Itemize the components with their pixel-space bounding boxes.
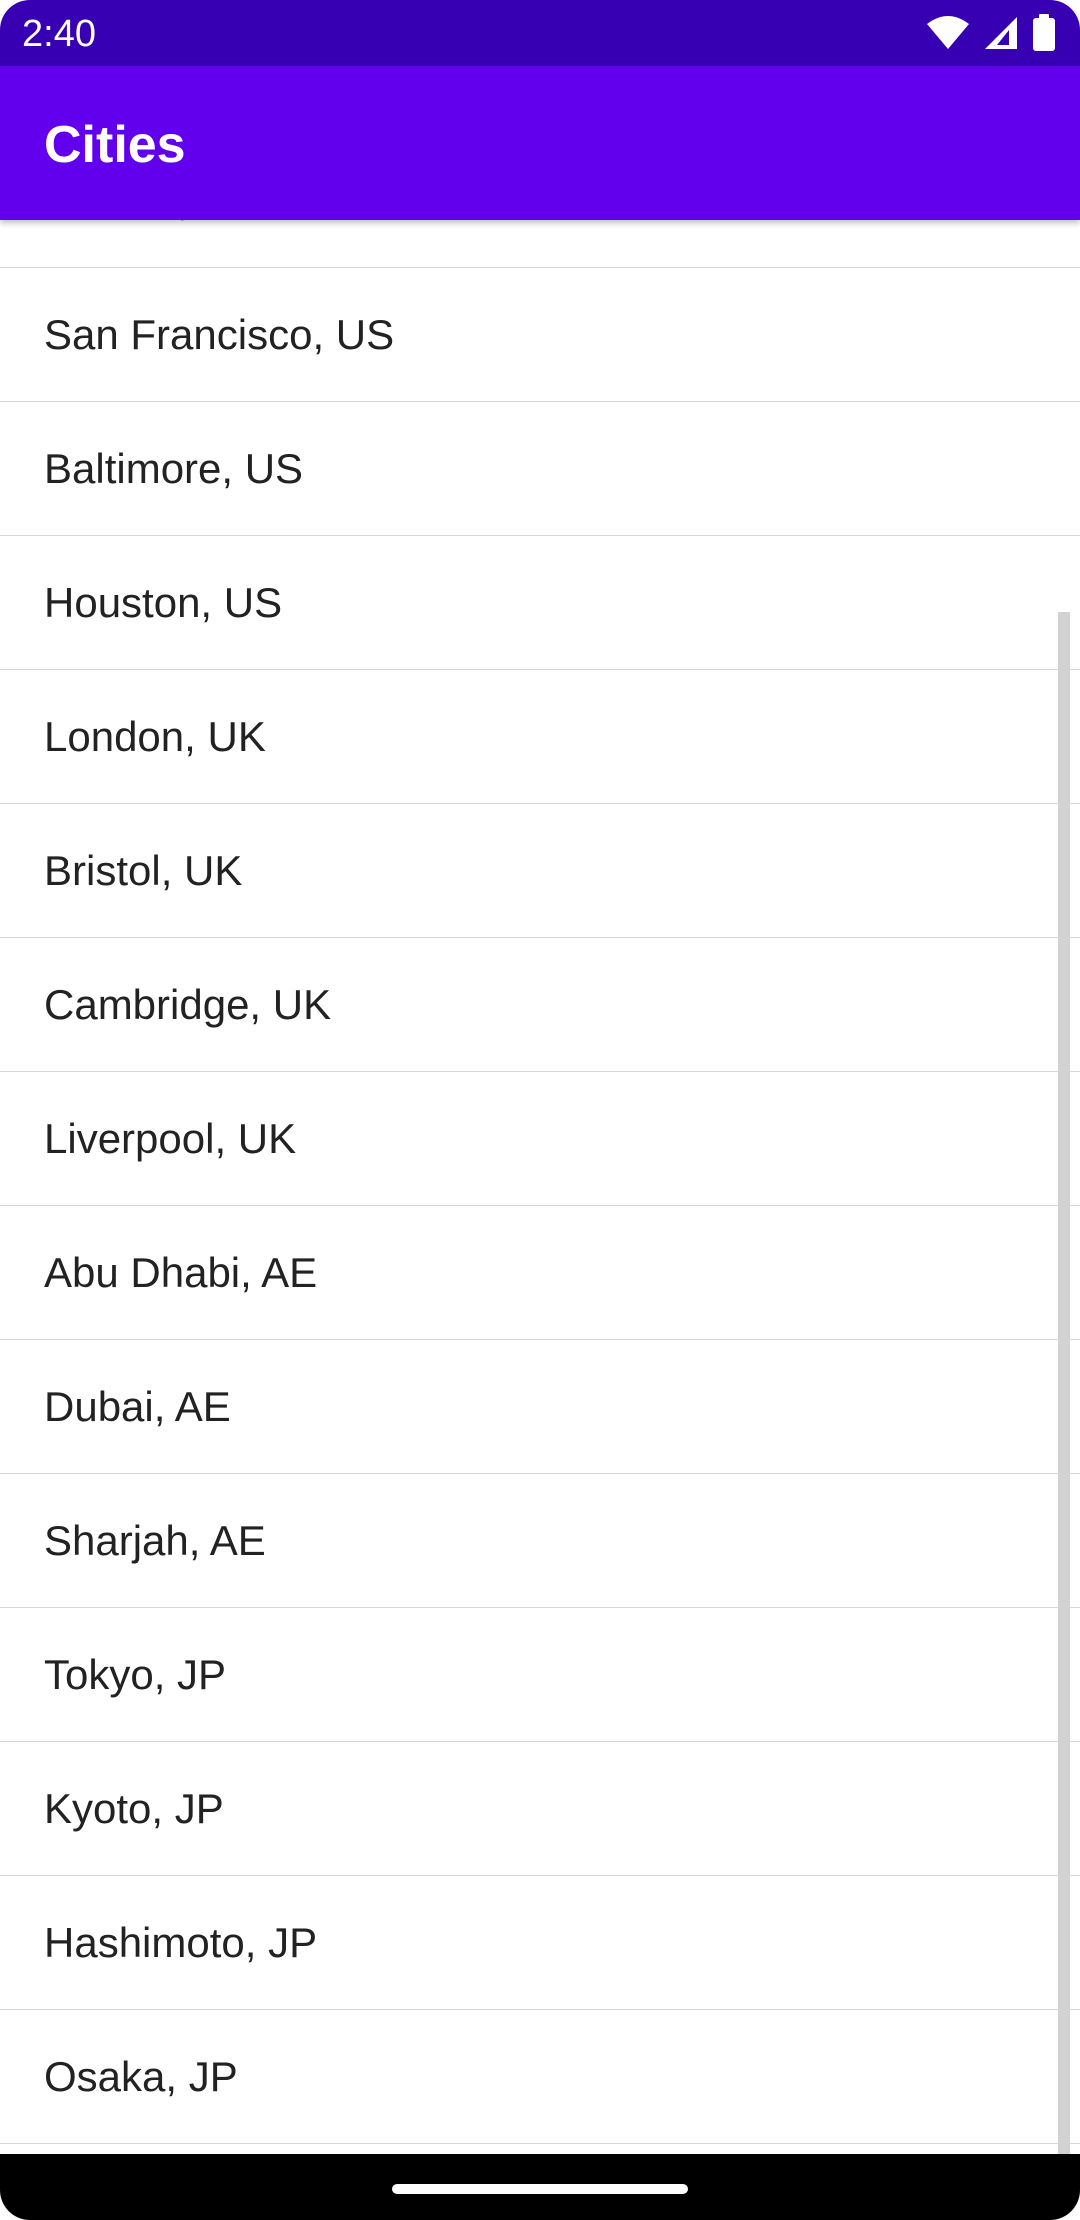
city-label: Kyoto, JP [44, 1785, 224, 1832]
city-label: Houston, US [44, 579, 283, 626]
city-list[interactable]: Denver, US San Francisco, US Baltimore, US… [0, 220, 1080, 2144]
city-label: Bristol, UK [44, 847, 243, 894]
city-list-item[interactable]: Cambridge, UK [0, 938, 1080, 1072]
city-label: Cambridge, UK [44, 981, 332, 1028]
city-label: Osaka, JP [44, 2053, 238, 2100]
city-list-item[interactable]: Tokyo, JP [0, 1608, 1080, 1742]
city-list-item[interactable]: San Francisco, US [0, 268, 1080, 402]
cell-signal-icon [984, 16, 1018, 50]
city-list-item[interactable]: London, UK [0, 670, 1080, 804]
app-bar: Cities [0, 66, 1080, 220]
city-list-item[interactable]: Osaka, JP [0, 2010, 1080, 2144]
city-list-item[interactable]: Liverpool, UK [0, 1072, 1080, 1206]
city-label: Denver, US [44, 220, 259, 268]
city-label: Tokyo, JP [44, 1651, 227, 1698]
city-list-item[interactable]: Bristol, UK [0, 804, 1080, 938]
city-list-item[interactable]: Abu Dhabi, AE [0, 1206, 1080, 1340]
app-title: Cities [44, 116, 186, 174]
city-label: Abu Dhabi, AE [44, 1249, 318, 1296]
city-list-item[interactable]: Hashimoto, JP [0, 1876, 1080, 2010]
city-list-viewport[interactable]: Denver, US San Francisco, US Baltimore, US… [0, 220, 1080, 2154]
navigation-bar [0, 2154, 1080, 2220]
city-list-item[interactable]: Denver, US [0, 220, 1080, 268]
city-list-item[interactable]: Houston, US [0, 536, 1080, 670]
battery-icon [1032, 14, 1056, 52]
city-list-item[interactable]: Baltimore, US [0, 402, 1080, 536]
city-list-item[interactable]: Sharjah, AE [0, 1474, 1080, 1608]
city-label: Liverpool, UK [44, 1115, 297, 1162]
city-list-item[interactable]: Kyoto, JP [0, 1742, 1080, 1876]
city-label: Sharjah, AE [44, 1517, 266, 1564]
status-bar: 2:40 [0, 0, 1080, 66]
city-label: London, UK [44, 713, 266, 760]
status-icons [926, 14, 1056, 52]
wifi-icon [926, 16, 970, 50]
status-time: 2:40 [22, 13, 96, 55]
city-list-item[interactable]: Dubai, AE [0, 1340, 1080, 1474]
city-label: Dubai, AE [44, 1383, 231, 1430]
city-label: Baltimore, US [44, 445, 304, 492]
city-label: San Francisco, US [44, 311, 395, 358]
home-indicator[interactable] [392, 2184, 688, 2194]
scrollbar[interactable] [1058, 612, 1070, 2154]
city-label: Hashimoto, JP [44, 1919, 318, 1966]
